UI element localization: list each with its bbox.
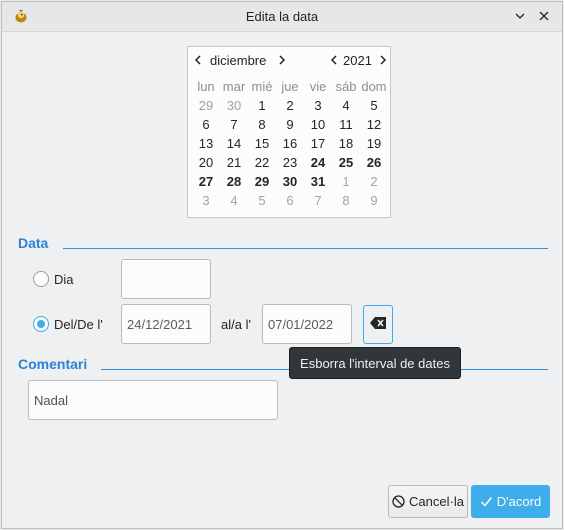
- window-title: Edita la data: [245, 9, 319, 24]
- calendar-day[interactable]: 7: [304, 191, 332, 210]
- weekday-label: jue: [281, 79, 299, 94]
- calendar-day[interactable]: 23: [276, 153, 304, 172]
- calendar-day[interactable]: 5: [360, 96, 388, 115]
- day-radio[interactable]: [33, 271, 49, 287]
- calendar-day[interactable]: 7: [220, 115, 248, 134]
- calendar-day[interactable]: 17: [304, 134, 332, 153]
- calendar-day[interactable]: 9: [276, 115, 304, 134]
- calendar-day[interactable]: 11: [332, 115, 360, 134]
- calendar-day[interactable]: 21: [220, 153, 248, 172]
- next-year-button[interactable]: [377, 53, 389, 67]
- calendar-day[interactable]: 9: [360, 191, 388, 210]
- calendar-day[interactable]: 20: [192, 153, 220, 172]
- calendar-day[interactable]: 29: [192, 96, 220, 115]
- prev-year-button[interactable]: [328, 53, 340, 67]
- comment-input[interactable]: Nadal: [28, 380, 278, 420]
- cancel-button-label: Cancel·la: [409, 494, 464, 509]
- calendar-day[interactable]: 5: [248, 191, 276, 210]
- chevron-left-icon: [194, 53, 202, 68]
- weekday-label: lun: [197, 79, 215, 94]
- calendar-day[interactable]: 8: [248, 115, 276, 134]
- calendar-week: 6 7 8 9 10 11 12: [192, 115, 388, 134]
- calendar-week: 13 14 15 16 17 18 19: [192, 134, 388, 153]
- calendar-day[interactable]: 2: [276, 96, 304, 115]
- calendar-week: 27 28 29 30 31 1 2: [192, 172, 388, 191]
- calendar-day[interactable]: 19: [360, 134, 388, 153]
- next-month-button[interactable]: [276, 53, 288, 67]
- calendar-day-in-range[interactable]: 25: [332, 153, 360, 172]
- calendar-day[interactable]: 30: [220, 96, 248, 115]
- calendar-day[interactable]: 6: [192, 115, 220, 134]
- calendar-month[interactable]: diciembre: [210, 53, 266, 68]
- calendar-day[interactable]: 14: [220, 134, 248, 153]
- calendar-grid: lun mar mié jue vie sáb dom 29 30 1 2 3 …: [192, 77, 388, 210]
- weekday-label: sáb: [335, 79, 357, 94]
- day-input[interactable]: [121, 259, 211, 299]
- calendar-day[interactable]: 10: [304, 115, 332, 134]
- calendar-day[interactable]: 3: [304, 96, 332, 115]
- chevron-right-icon: [278, 53, 286, 68]
- calendar-day[interactable]: 4: [332, 96, 360, 115]
- calendar-day[interactable]: 13: [192, 134, 220, 153]
- calendar-day-in-range[interactable]: 28: [220, 172, 248, 191]
- chevron-left-icon: [330, 53, 338, 68]
- weekday-label: dom: [361, 79, 387, 94]
- check-icon: [480, 495, 493, 508]
- calendar-day[interactable]: 1: [332, 172, 360, 191]
- calendar-day-in-range[interactable]: 24: [304, 153, 332, 172]
- title-bar[interactable]: Edita la data: [2, 2, 562, 32]
- calendar-day-in-range[interactable]: 29: [248, 172, 276, 191]
- range-radio[interactable]: [33, 316, 49, 332]
- comment-section-heading: Comentari: [18, 356, 88, 372]
- calendar-day[interactable]: 22: [248, 153, 276, 172]
- cancel-icon: [392, 495, 405, 508]
- ok-button-label: D'acord: [496, 494, 542, 509]
- backspace-icon: [370, 317, 386, 332]
- calendar-day[interactable]: 12: [360, 115, 388, 134]
- dialog-window: Edita la data diciembre 2021 lun mar mié…: [1, 1, 563, 529]
- ok-button[interactable]: D'acord: [471, 485, 550, 518]
- calendar-day[interactable]: 8: [332, 191, 360, 210]
- weekday-label: vie: [309, 79, 327, 94]
- prev-month-button[interactable]: [192, 53, 204, 67]
- range-radio-label[interactable]: Del/De l': [54, 317, 103, 332]
- weekday-label: mié: [251, 79, 273, 94]
- calendar-day[interactable]: 2: [360, 172, 388, 191]
- calendar-day-in-range[interactable]: 26: [360, 153, 388, 172]
- calendar-day[interactable]: 15: [248, 134, 276, 153]
- calendar-day[interactable]: 1: [248, 96, 276, 115]
- weekday-header-row: lun mar mié jue vie sáb dom: [192, 77, 388, 96]
- minimize-button[interactable]: [510, 7, 530, 27]
- to-date-input[interactable]: 07/01/2022: [262, 304, 352, 344]
- day-radio-label[interactable]: Dia: [54, 272, 74, 287]
- calendar-day[interactable]: 16: [276, 134, 304, 153]
- from-date-input[interactable]: 24/12/2021: [121, 304, 211, 344]
- to-label: al/a l': [221, 317, 251, 332]
- calendar-day[interactable]: 4: [220, 191, 248, 210]
- chevron-right-icon: [379, 53, 387, 68]
- section-divider: [63, 248, 548, 249]
- close-icon: [538, 10, 550, 25]
- clear-range-button[interactable]: [363, 305, 393, 344]
- chevron-down-icon: [514, 10, 526, 25]
- calendar-day[interactable]: 3: [192, 191, 220, 210]
- close-button[interactable]: [534, 7, 554, 27]
- calendar-day-in-range[interactable]: 27: [192, 172, 220, 191]
- calendar-day[interactable]: 6: [276, 191, 304, 210]
- calendar-week: 3 4 5 6 7 8 9: [192, 191, 388, 210]
- clear-range-tooltip: Esborra l'interval de dates: [289, 347, 461, 379]
- date-calendar[interactable]: diciembre 2021 lun mar mié jue vie sáb d…: [187, 46, 391, 218]
- calendar-week: 20 21 22 23 24 25 26: [192, 153, 388, 172]
- calendar-day[interactable]: 18: [332, 134, 360, 153]
- calendar-day-in-range[interactable]: 31: [304, 172, 332, 191]
- calendar-day-in-range[interactable]: 30: [276, 172, 304, 191]
- calendar-year[interactable]: 2021: [343, 53, 372, 68]
- cancel-button[interactable]: Cancel·la: [388, 485, 468, 518]
- data-section-heading: Data: [18, 235, 49, 251]
- calendar-header: diciembre 2021: [188, 47, 390, 73]
- calendar-week: 29 30 1 2 3 4 5: [192, 96, 388, 115]
- weekday-label: mar: [222, 79, 246, 94]
